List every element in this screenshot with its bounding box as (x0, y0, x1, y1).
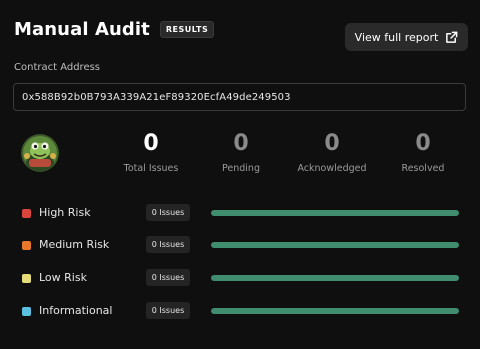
stat-acknowledged: 0 Acknowledged (287, 131, 377, 174)
stat-value: 0 (143, 131, 159, 156)
risk-row-high: High Risk 0 Issues (0, 204, 480, 224)
risk-progress-bar (211, 210, 459, 216)
stat-label: Pending (222, 163, 260, 174)
risk-row-low: Low Risk 0 Issues (0, 269, 480, 289)
title-row: Manual Audit RESULTS (14, 19, 215, 40)
issue-count-badge: 0 Issues (146, 269, 190, 286)
risk-label: Medium Risk (39, 238, 110, 251)
page-title: Manual Audit (14, 19, 150, 40)
stat-label: Acknowledged (297, 163, 367, 174)
risk-label: Informational (39, 304, 113, 317)
medium-risk-swatch (22, 241, 31, 250)
high-risk-swatch (22, 209, 31, 218)
external-link-icon (446, 31, 458, 43)
stat-total-issues: 0 Total Issues (106, 131, 196, 174)
risk-progress-bar (211, 275, 459, 281)
risk-row-informational: Informational 0 Issues (0, 302, 480, 322)
stat-pending: 0 Pending (196, 131, 286, 174)
stat-label: Resolved (401, 163, 445, 174)
risk-progress-bar (211, 308, 459, 314)
stat-value: 0 (233, 131, 249, 156)
risk-progress-bar (211, 242, 459, 248)
risk-label: High Risk (39, 206, 91, 219)
stat-value: 0 (324, 131, 340, 156)
informational-swatch (22, 307, 31, 316)
frog-avatar-icon (21, 134, 59, 172)
risk-row-medium: Medium Risk 0 Issues (0, 236, 480, 256)
contract-address-value: 0x588B92b0B793A339A21eF89320EcfA49de2495… (22, 91, 291, 103)
stat-resolved: 0 Resolved (378, 131, 468, 174)
audit-card: Manual Audit RESULTS View full report Co… (0, 0, 480, 349)
view-full-report-button[interactable]: View full report (345, 23, 468, 51)
issue-count-badge: 0 Issues (146, 302, 190, 319)
results-badge: RESULTS (159, 21, 215, 38)
issue-count-badge: 0 Issues (146, 236, 190, 253)
issue-count-badge: 0 Issues (146, 204, 190, 221)
risk-label: Low Risk (39, 271, 87, 284)
contract-address-field[interactable]: 0x588B92b0B793A339A21eF89320EcfA49de2495… (13, 83, 466, 111)
report-button-label: View full report (354, 30, 439, 44)
low-risk-swatch (22, 274, 31, 283)
contract-address-label: Contract Address (14, 62, 101, 73)
stat-label: Total Issues (123, 163, 179, 174)
stat-value: 0 (415, 131, 431, 156)
